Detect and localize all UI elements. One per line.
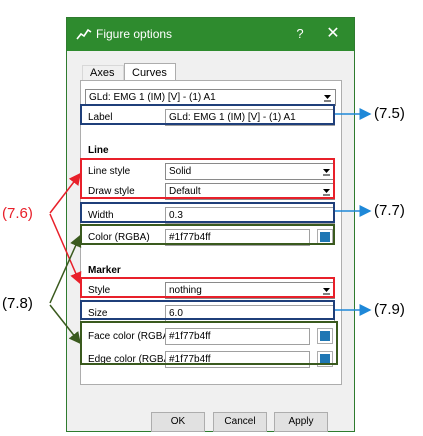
annotation-arrows — [49, 108, 372, 345]
arrow-7-8-b — [49, 304, 81, 345]
annotation-7-8: (7.8) — [2, 295, 33, 312]
annotation-7-9: (7.9) — [374, 301, 405, 318]
arrow-7-8-a — [49, 234, 82, 304]
annotation-7-6: (7.6) — [2, 205, 33, 222]
annotation-7-5: (7.5) — [374, 105, 405, 122]
arrow-7-6-a — [49, 172, 81, 214]
arrow-7-6-b — [49, 213, 82, 285]
annotation-7-7: (7.7) — [374, 202, 405, 219]
